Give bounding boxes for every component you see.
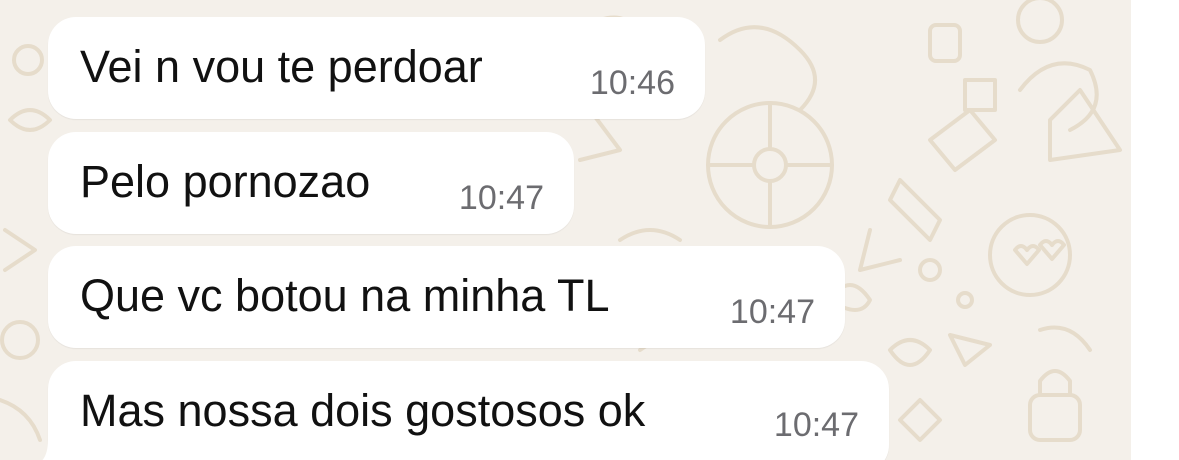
message-text: Que vc botou na minha TL <box>80 270 610 321</box>
message-timestamp: 10:47 <box>458 179 544 217</box>
chat-area: Vei n vou te perdoar 10:46 Pelo pornozao… <box>0 0 1131 460</box>
screen-edge <box>1131 0 1179 460</box>
message-text: Mas nossa dois gostosos ok <box>80 385 646 436</box>
message-bubble[interactable]: Que vc botou na minha TL 10:47 <box>48 246 845 348</box>
message-bubble[interactable]: Pelo pornozao 10:47 <box>48 132 574 234</box>
message-bubble[interactable]: Vei n vou te perdoar 10:46 <box>48 17 705 119</box>
bubble-tail-icon <box>42 440 68 460</box>
message-bubble[interactable]: Mas nossa dois gostosos ok 10:47 <box>48 361 889 460</box>
message-timestamp: 10:46 <box>589 64 675 102</box>
message-timestamp: 10:47 <box>773 406 859 444</box>
message-timestamp: 10:47 <box>729 293 815 331</box>
message-text: Vei n vou te perdoar <box>80 41 483 92</box>
message-text: Pelo pornozao <box>80 156 371 207</box>
